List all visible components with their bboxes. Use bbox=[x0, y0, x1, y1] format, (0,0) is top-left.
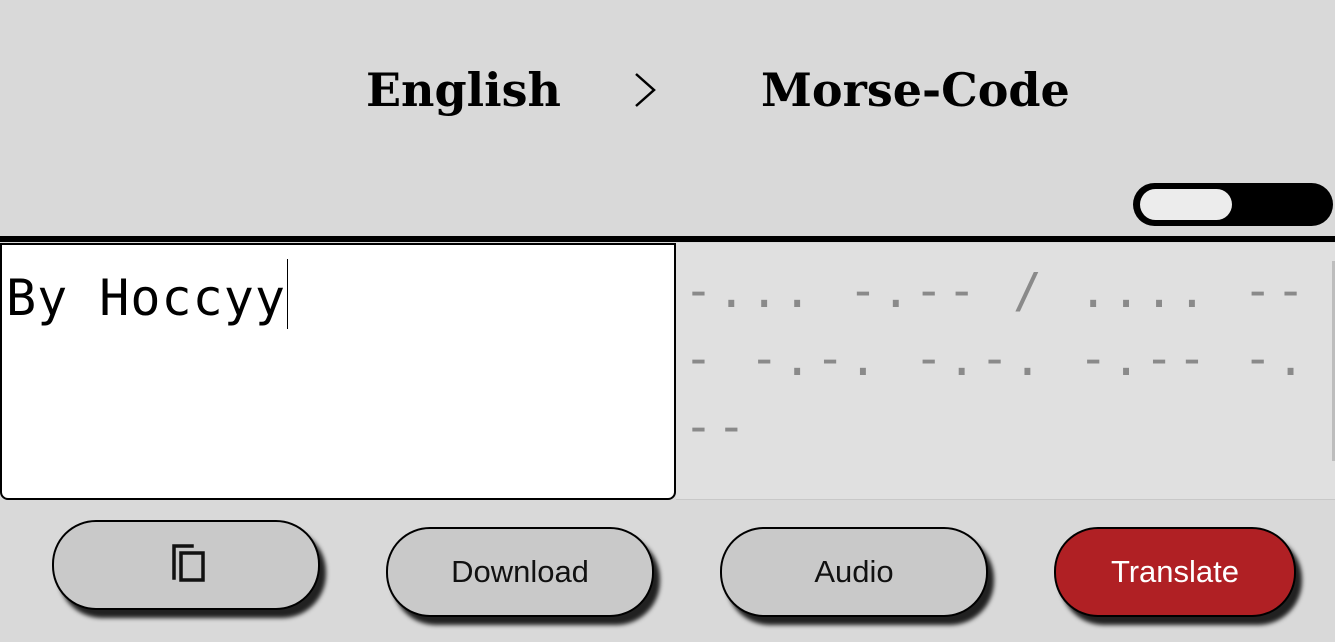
download-button[interactable]: Download bbox=[386, 527, 654, 617]
chevron-right-icon[interactable] bbox=[630, 70, 658, 110]
text-caret bbox=[286, 259, 288, 329]
toggle-knob bbox=[1140, 189, 1232, 220]
copy-icon bbox=[172, 544, 205, 582]
output-text: -... -.-- / .... --- -.-. -.-. -.-- -.-- bbox=[684, 263, 1310, 455]
input-text: By Hoccyy bbox=[6, 269, 286, 327]
audio-button[interactable]: Audio bbox=[720, 527, 988, 617]
translator-app: English Morse-Code By Hoccyy -... -.-- /… bbox=[0, 0, 1335, 642]
target-language-label: Morse-Code bbox=[761, 63, 1070, 117]
theme-toggle[interactable] bbox=[1133, 183, 1333, 226]
source-text-input[interactable]: By Hoccyy bbox=[0, 243, 676, 500]
morse-output: -... -.-- / .... --- -.-. -.-. -.-- -.-- bbox=[676, 243, 1335, 500]
header: English Morse-Code bbox=[0, 0, 1335, 180]
translate-button[interactable]: Translate bbox=[1054, 527, 1296, 617]
header-divider bbox=[0, 236, 1335, 242]
copy-button[interactable] bbox=[52, 520, 320, 610]
source-language-label: English bbox=[366, 63, 561, 117]
